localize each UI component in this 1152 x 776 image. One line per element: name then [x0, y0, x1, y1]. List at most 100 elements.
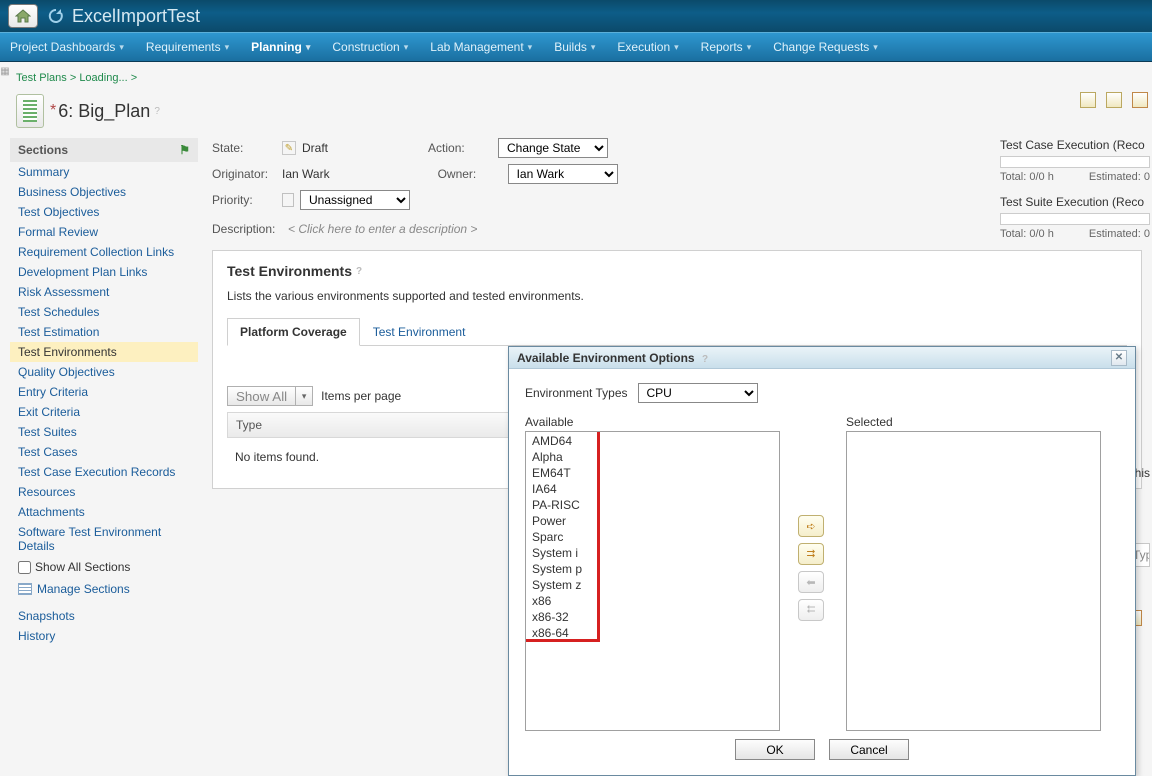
- section-requirement-links[interactable]: Requirement Collection Links: [10, 242, 198, 262]
- main-menu: Project Dashboards▾ Requirements▾ Planni…: [0, 32, 1152, 62]
- option-x86[interactable]: x86: [526, 593, 779, 609]
- section-test-cases[interactable]: Test Cases: [10, 442, 198, 462]
- section-entry-criteria[interactable]: Entry Criteria: [10, 382, 198, 402]
- section-test-schedules[interactable]: Test Schedules: [10, 302, 198, 322]
- owner-select[interactable]: Ian Wark: [508, 164, 618, 184]
- section-test-environments[interactable]: Test Environments: [10, 342, 198, 362]
- chevron-down-icon: ▾: [674, 42, 679, 53]
- section-dev-plan-links[interactable]: Development Plan Links: [10, 262, 198, 282]
- section-test-suites[interactable]: Test Suites: [10, 422, 198, 442]
- tab-test-environment[interactable]: Test Environment: [360, 318, 479, 346]
- dialog-title: Available Environment Options: [517, 351, 695, 365]
- show-all-checkbox[interactable]: [18, 561, 31, 574]
- priority-select[interactable]: Unassigned: [300, 190, 410, 210]
- env-types-select[interactable]: CPU: [638, 383, 758, 403]
- menu-project-dashboards[interactable]: Project Dashboards▾: [10, 40, 124, 54]
- option-systemp[interactable]: System p: [526, 561, 779, 577]
- section-snapshots[interactable]: Snapshots: [10, 606, 198, 626]
- help-icon[interactable]: ?: [356, 266, 362, 277]
- option-parisc[interactable]: PA-RISC: [526, 497, 779, 513]
- action-select[interactable]: Change State: [498, 138, 608, 158]
- breadcrumb-current[interactable]: Loading...: [79, 72, 127, 84]
- export-icon[interactable]: [1106, 92, 1122, 108]
- panel-description: Lists the various environments supported…: [227, 289, 1127, 303]
- show-all-sections[interactable]: Show All Sections: [10, 556, 198, 578]
- option-systemi[interactable]: System i: [526, 545, 779, 561]
- chevron-down-icon: ▾: [306, 42, 311, 53]
- ok-button[interactable]: OK: [735, 739, 815, 760]
- show-all-button[interactable]: Show All: [227, 386, 296, 406]
- remove-button[interactable]: ⬅: [798, 571, 824, 593]
- option-alpha[interactable]: Alpha: [526, 449, 779, 465]
- refresh-button[interactable]: [46, 6, 66, 26]
- chevron-down-icon: ▾: [873, 42, 878, 53]
- close-button[interactable]: ✕: [1111, 350, 1127, 366]
- grid-icon[interactable]: ▦: [0, 66, 9, 77]
- section-quality-objectives[interactable]: Quality Objectives: [10, 362, 198, 382]
- section-exit-criteria[interactable]: Exit Criteria: [10, 402, 198, 422]
- chevron-down-icon: ▾: [747, 42, 752, 53]
- arrow-left-icon: ⬅: [806, 576, 815, 589]
- home-button[interactable]: [8, 4, 38, 28]
- section-test-estimation[interactable]: Test Estimation: [10, 322, 198, 342]
- option-x8632[interactable]: x86-32: [526, 609, 779, 625]
- help-icon[interactable]: ?: [702, 354, 708, 365]
- menu-planning[interactable]: Planning▾: [251, 40, 310, 54]
- available-listbox[interactable]: AMD64 Alpha EM64T IA64 PA-RISC Power Spa…: [525, 431, 780, 731]
- description-placeholder[interactable]: < Click here to enter a description >: [288, 222, 477, 236]
- list-icon: [18, 583, 32, 595]
- double-arrow-left-icon: ⮄: [807, 604, 816, 617]
- add-all-button[interactable]: ⮆: [798, 543, 824, 565]
- owner-label: Owner:: [438, 167, 508, 181]
- section-formal-review[interactable]: Formal Review: [10, 222, 198, 242]
- arrow-right-icon: ➪: [806, 520, 815, 533]
- section-summary[interactable]: Summary: [10, 162, 198, 182]
- option-amd64[interactable]: AMD64: [526, 433, 779, 449]
- menu-lab-management[interactable]: Lab Management▾: [430, 40, 532, 54]
- menu-reports[interactable]: Reports▾: [701, 40, 752, 54]
- breadcrumb-root[interactable]: Test Plans: [16, 72, 67, 84]
- option-sparc[interactable]: Sparc: [526, 529, 779, 545]
- flag-icon[interactable]: [282, 193, 294, 207]
- show-all-dropdown[interactable]: ▾: [295, 386, 313, 406]
- section-risk-assessment[interactable]: Risk Assessment: [10, 282, 198, 302]
- tse-bar: [1000, 213, 1150, 225]
- title-bar: ExcelImportTest: [0, 0, 1152, 32]
- section-tce-records[interactable]: Test Case Execution Records: [10, 462, 198, 482]
- section-history[interactable]: History: [10, 626, 198, 646]
- menu-requirements[interactable]: Requirements▾: [146, 40, 229, 54]
- description-label: Description:: [212, 222, 282, 236]
- help-icon[interactable]: ?: [154, 106, 160, 117]
- pin-icon[interactable]: ⚑: [179, 143, 190, 157]
- menu-construction[interactable]: Construction▾: [332, 40, 408, 54]
- section-test-objectives[interactable]: Test Objectives: [10, 202, 198, 222]
- menu-builds[interactable]: Builds▾: [554, 40, 595, 54]
- option-ia64[interactable]: IA64: [526, 481, 779, 497]
- section-resources[interactable]: Resources: [10, 482, 198, 502]
- cancel-button[interactable]: Cancel: [829, 739, 909, 760]
- edit-icon[interactable]: ✎: [282, 141, 296, 155]
- copy-icon[interactable]: [1080, 92, 1096, 108]
- section-attachments[interactable]: Attachments: [10, 502, 198, 522]
- left-gutter: ▦: [0, 62, 10, 749]
- selected-listbox[interactable]: [846, 431, 1101, 731]
- remove-all-button[interactable]: ⮄: [798, 599, 824, 621]
- tab-platform-coverage[interactable]: Platform Coverage: [227, 318, 360, 346]
- add-button[interactable]: ➪: [798, 515, 824, 537]
- plan-icon: [16, 94, 44, 128]
- menu-execution[interactable]: Execution▾: [617, 40, 678, 54]
- option-power[interactable]: Power: [526, 513, 779, 529]
- close-icon: ✕: [1115, 352, 1123, 363]
- env-options-dialog: Available Environment Options ? ✕ Enviro…: [508, 346, 1136, 776]
- option-systemz[interactable]: System z: [526, 577, 779, 593]
- option-x8664[interactable]: x86-64: [526, 625, 779, 641]
- manage-sections[interactable]: Manage Sections: [10, 578, 198, 600]
- menu-change-requests[interactable]: Change Requests▾: [773, 40, 878, 54]
- section-business-objectives[interactable]: Business Objectives: [10, 182, 198, 202]
- option-em64t[interactable]: EM64T: [526, 465, 779, 481]
- dialog-titlebar: Available Environment Options ? ✕: [509, 347, 1135, 369]
- originator-label: Originator:: [212, 167, 282, 181]
- section-ste-details[interactable]: Software Test Environment Details: [10, 522, 198, 556]
- selected-label: Selected: [846, 415, 1101, 429]
- lock-icon[interactable]: [1132, 92, 1148, 108]
